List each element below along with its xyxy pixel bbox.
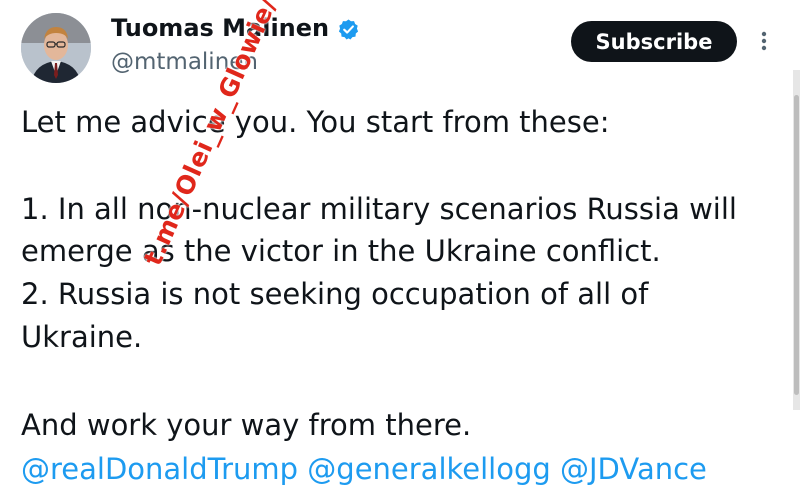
mention-link[interactable]: @generalkellogg [307,452,551,486]
tweet-line-point-2a: 2. Russia is not seeking occupation of a… [21,277,649,311]
tweet-line-point-1a: 1. In all non-nuclear military scenarios… [21,192,737,226]
mention-link[interactable]: @realDonaldTrump [21,452,298,486]
mention-link[interactable]: @JDVance [560,452,707,486]
more-vertical-icon[interactable] [754,26,774,56]
subscribe-button[interactable]: Subscribe [571,21,737,62]
verified-badge-icon [337,17,360,40]
tweet-line-intro: Let me advice you. You start from these: [21,105,610,139]
author-handle[interactable]: @mtmalinen [111,46,258,78]
author-name-text[interactable]: Tuomas Malinen [111,12,329,44]
tweet-line-closing: And work your way from there. [21,408,472,442]
avatar-photo [21,13,91,83]
tweet: Tuomas Malinen @mtmalinen Subscribe Let … [0,0,800,499]
tweet-line-point-2b: Ukraine. [21,320,143,354]
author-name[interactable]: Tuomas Malinen [111,12,360,44]
tweet-line-point-1b: emerge as the victor in the Ukraine conf… [21,234,661,268]
scrollbar-thumb[interactable] [794,95,799,395]
tweet-mentions: @realDonaldTrump @generalkellogg @JDVanc… [21,448,707,490]
avatar[interactable] [21,13,91,83]
